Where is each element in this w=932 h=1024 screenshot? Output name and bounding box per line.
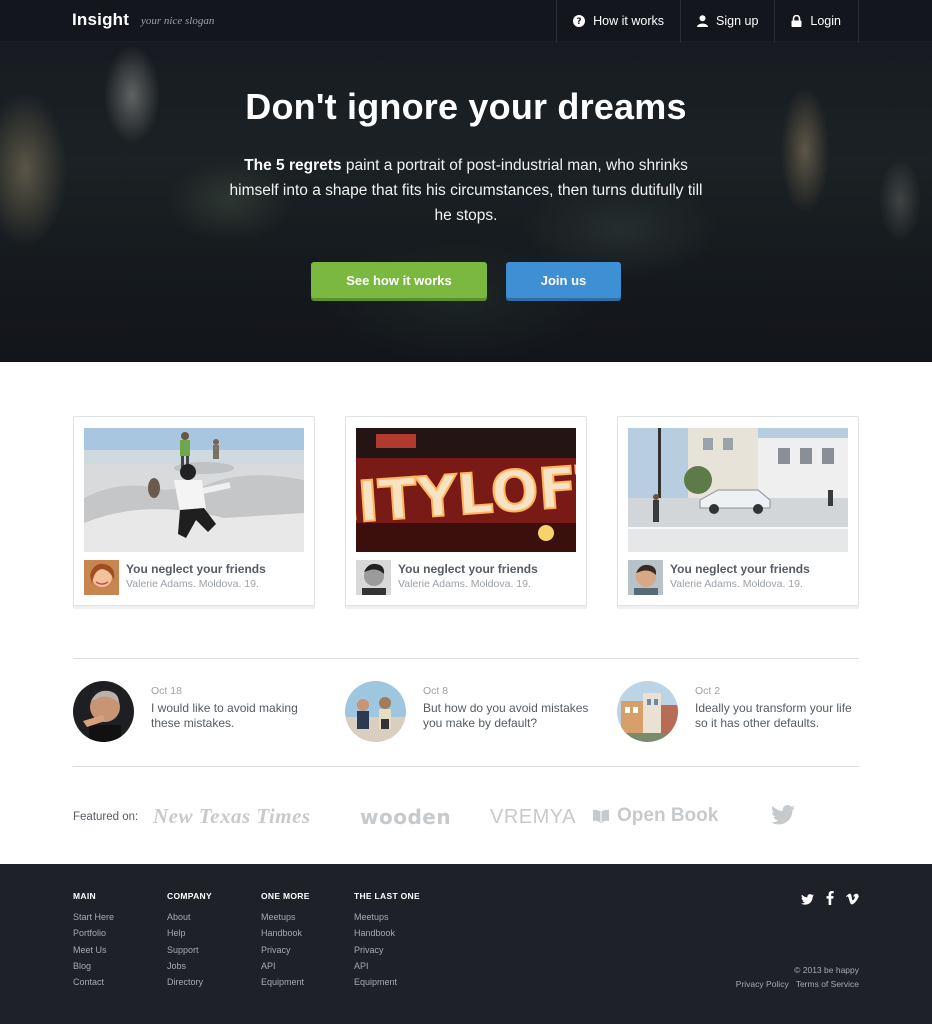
- quote-text: Ideally you transform your life so it ha…: [695, 701, 852, 730]
- quote-avatar-group: [345, 681, 406, 742]
- see-how-it-works-button[interactable]: See how it works: [311, 262, 487, 298]
- quote-item[interactable]: Oct 18 I would like to avoid making thes…: [73, 681, 333, 743]
- open-book-icon: [593, 807, 609, 829]
- quote-item[interactable]: Oct 2 Ideally you transform your life so…: [617, 681, 877, 743]
- quote-avatar-pointing-man: [73, 681, 134, 742]
- footer-link[interactable]: Portfolio: [73, 928, 163, 944]
- hero-title: Don't ignore your dreams: [245, 86, 687, 127]
- hero-description-bold: The 5 regrets: [244, 157, 342, 174]
- facebook-icon[interactable]: [826, 891, 834, 910]
- twitter-icon[interactable]: [801, 892, 814, 910]
- avatar-man-bw: [356, 560, 391, 595]
- footer-column-company: COMPANY About Help Support Jobs Director…: [167, 891, 257, 993]
- footer: MAIN Start Here Portfolio Meet Us Blog C…: [0, 864, 932, 1024]
- footer-link[interactable]: Privacy: [261, 945, 351, 961]
- nav-sign-up[interactable]: Sign up: [680, 0, 774, 42]
- question-circle-icon: ?: [573, 15, 586, 27]
- footer-link[interactable]: Equipment: [354, 977, 444, 993]
- nav-sign-up-label: Sign up: [716, 14, 759, 28]
- main-nav: ? How it works Sign up Login: [556, 0, 859, 42]
- footer-link[interactable]: API: [261, 961, 351, 977]
- quote-date: Oct 18: [151, 685, 182, 697]
- footer-link[interactable]: Privacy: [354, 945, 444, 961]
- copyright: © 2013 be happy: [794, 965, 859, 975]
- card-meta: Valerie Adams. Moldova. 19.: [398, 578, 531, 590]
- footer-link[interactable]: Contact: [73, 977, 163, 993]
- footer-heading: THE LAST ONE: [354, 891, 420, 901]
- card-meta: Valerie Adams. Moldova. 19.: [126, 578, 259, 590]
- logo-open-book[interactable]: Open Book: [593, 805, 718, 829]
- footer-link[interactable]: Jobs: [167, 961, 257, 977]
- twitter-bird-icon[interactable]: [771, 805, 795, 830]
- footer-column-one-more: ONE MORE Meetups Handbook Privacy API Eq…: [261, 891, 351, 993]
- quote-text: I would like to avoid making these mista…: [151, 701, 298, 730]
- brand-logo[interactable]: Insight: [72, 10, 129, 30]
- featured-on-section: Featured on: New Texas Times wooden VREM…: [73, 800, 859, 834]
- card-grid: You neglect your friends Valerie Adams. …: [73, 416, 859, 608]
- hero: Don't ignore your dreams The 5 regrets p…: [0, 0, 932, 362]
- card-image-street: [628, 428, 848, 552]
- logo-new-texas-times[interactable]: New Texas Times: [153, 804, 311, 829]
- nav-login-label: Login: [810, 14, 841, 28]
- footer-heading: MAIN: [73, 891, 96, 901]
- card-title[interactable]: You neglect your friends: [126, 562, 266, 576]
- hero-background: Don't ignore your dreams The 5 regrets p…: [0, 0, 932, 362]
- legal-links: Privacy Policy Terms of Service: [736, 979, 859, 989]
- terms-of-service-link[interactable]: Terms of Service: [796, 979, 859, 989]
- card-meta: Valerie Adams. Moldova. 19.: [670, 578, 803, 590]
- avatar-woman: [84, 560, 119, 595]
- avatar-man: [628, 560, 663, 595]
- card-title[interactable]: You neglect your friends: [670, 562, 810, 576]
- card-image-skatepark: [84, 428, 304, 552]
- featured-label: Featured on:: [73, 811, 139, 823]
- brand-slogan: your nice slogan: [141, 15, 215, 27]
- quote-date: Oct 2: [695, 685, 721, 697]
- logo-vremya[interactable]: VREMYA: [490, 806, 576, 829]
- footer-link[interactable]: API: [354, 961, 444, 977]
- card-cityloft[interactable]: CITYLOFT You neglect your friends Valeri…: [345, 416, 587, 606]
- footer-link[interactable]: Meetups: [354, 912, 444, 928]
- vimeo-icon[interactable]: [846, 892, 859, 910]
- lock-icon: [791, 15, 802, 27]
- footer-link[interactable]: Help: [167, 928, 257, 944]
- logo-wooden[interactable]: wooden: [360, 805, 451, 829]
- nav-how-it-works[interactable]: ? How it works: [556, 0, 680, 42]
- user-icon: [697, 15, 708, 27]
- nav-login[interactable]: Login: [774, 0, 859, 42]
- footer-column-main: MAIN Start Here Portfolio Meet Us Blog C…: [73, 891, 163, 993]
- nav-how-it-works-label: How it works: [593, 14, 664, 28]
- card-title[interactable]: You neglect your friends: [398, 562, 538, 576]
- footer-column-last-one: THE LAST ONE Meetups Handbook Privacy AP…: [354, 891, 444, 993]
- footer-link[interactable]: Handbook: [261, 928, 351, 944]
- quote-avatar-houses: [617, 681, 678, 742]
- card-street[interactable]: You neglect your friends Valerie Adams. …: [617, 416, 859, 606]
- divider: [73, 766, 859, 767]
- footer-heading: COMPANY: [167, 891, 212, 901]
- svg-text:?: ?: [577, 17, 582, 27]
- footer-heading: ONE MORE: [261, 891, 310, 901]
- footer-link[interactable]: Directory: [167, 977, 257, 993]
- logo-open-book-label: Open Book: [617, 805, 719, 826]
- privacy-policy-link[interactable]: Privacy Policy: [736, 979, 789, 989]
- divider: [73, 658, 859, 659]
- footer-link[interactable]: Handbook: [354, 928, 444, 944]
- top-navbar: Insight your nice slogan ? How it works …: [0, 0, 932, 42]
- footer-link[interactable]: Support: [167, 945, 257, 961]
- join-us-button[interactable]: Join us: [506, 262, 621, 298]
- footer-link[interactable]: Start Here: [73, 912, 163, 928]
- card-skatepark[interactable]: You neglect your friends Valerie Adams. …: [73, 416, 315, 606]
- footer-link[interactable]: Meet Us: [73, 945, 163, 961]
- quote-text: But how do you avoid mistakes you make b…: [423, 701, 589, 730]
- footer-link[interactable]: Equipment: [261, 977, 351, 993]
- footer-link[interactable]: Blog: [73, 961, 163, 977]
- footer-link[interactable]: Meetups: [261, 912, 351, 928]
- social-links: [801, 891, 859, 910]
- hero-description: The 5 regrets paint a portrait of post-i…: [222, 153, 710, 228]
- quote-date: Oct 8: [423, 685, 449, 697]
- footer-link[interactable]: About: [167, 912, 257, 928]
- card-image-cityloft: CITYLOFT: [356, 428, 576, 552]
- quote-item[interactable]: Oct 8 But how do you avoid mistakes you …: [345, 681, 605, 743]
